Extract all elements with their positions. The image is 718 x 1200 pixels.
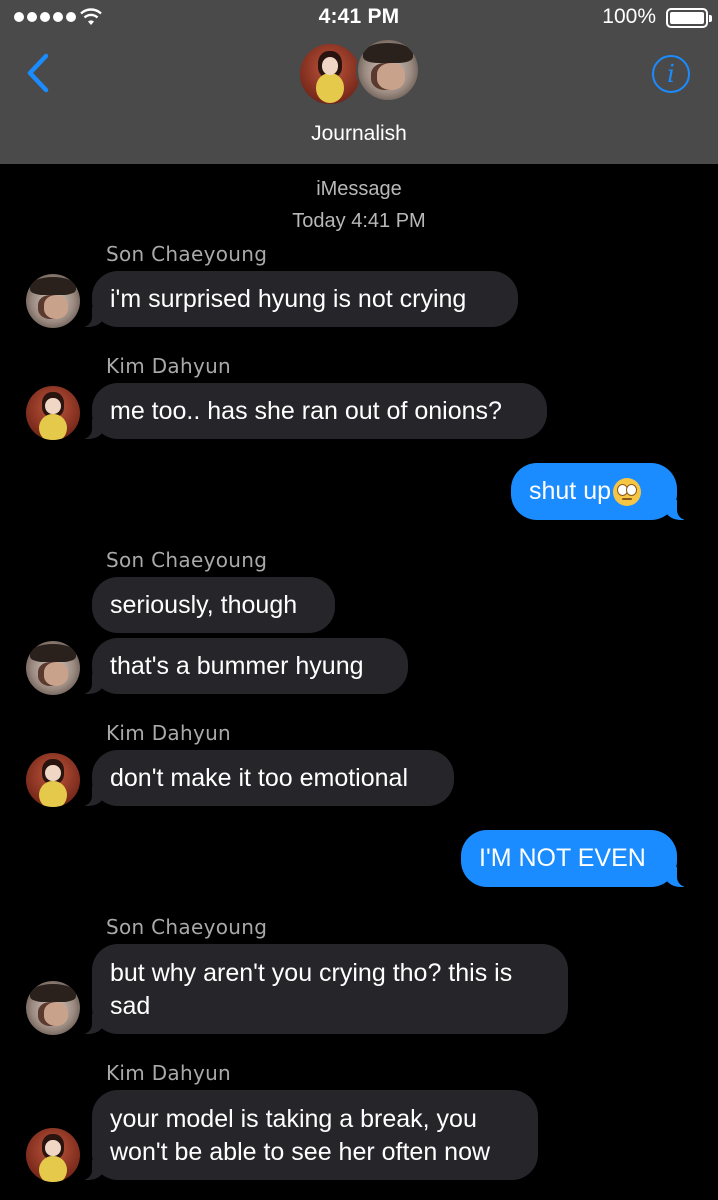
message-text: that's a bummer hyung: [110, 651, 364, 680]
avatar: [26, 641, 80, 695]
sender-name: Kim Dahyun: [106, 1061, 232, 1085]
avatar: [26, 1128, 80, 1182]
message-bubble[interactable]: seriously, though: [92, 577, 335, 633]
conversation-title[interactable]: Journalish: [0, 122, 718, 146]
face-with-rolling-eyes-icon: [613, 477, 642, 506]
sender-name: Kim Dahyun: [106, 721, 232, 745]
message-text: but why aren't you crying tho? this is s…: [110, 959, 513, 1020]
avatar: [26, 981, 80, 1035]
message-bubble[interactable]: don't make it too emotional: [80, 750, 454, 806]
message-text: me too.. has she ran out of onions?: [110, 396, 502, 425]
message-bubble[interactable]: your model is taking a break, you won't …: [80, 1090, 538, 1180]
sender-name: Son Chaeyoung: [106, 548, 268, 572]
message-bubble[interactable]: but why aren't you crying tho? this is s…: [80, 944, 568, 1034]
message-bubble[interactable]: i'm surprised hyung is not crying: [80, 271, 518, 327]
sender-name: Kim Dahyun: [106, 354, 232, 378]
status-bar: 4:41 PM 100%: [0, 0, 718, 36]
message-text: i'm surprised hyung is not crying: [110, 284, 467, 313]
message-text: shut up: [529, 477, 612, 505]
message-text: I'M NOT EVEN: [479, 844, 646, 872]
battery-percentage: 100%: [602, 5, 656, 28]
avatar: [356, 38, 420, 102]
message-bubble[interactable]: me too.. has she ran out of onions?: [80, 383, 547, 439]
message-text: don't make it too emotional: [110, 763, 408, 792]
message-text: your model is taking a break, you won't …: [110, 1105, 491, 1166]
chevron-left-icon[interactable]: [24, 52, 52, 94]
message-text: seriously, though: [110, 590, 298, 619]
sender-name: Son Chaeyoung: [106, 242, 268, 266]
sender-name: Son Chaeyoung: [106, 915, 268, 939]
avatar: [26, 386, 80, 440]
message-bubble[interactable]: that's a bummer hyung: [80, 638, 408, 694]
info-glyph: i: [667, 60, 675, 88]
group-avatars[interactable]: [298, 38, 422, 108]
message-bubble-outgoing[interactable]: shut up: [511, 463, 689, 520]
avatar: [298, 42, 362, 106]
battery-icon: [666, 8, 712, 28]
info-icon[interactable]: i: [652, 55, 690, 93]
message-bubble-outgoing[interactable]: I'M NOT EVEN: [461, 830, 689, 887]
avatar: [26, 753, 80, 807]
avatar: [26, 274, 80, 328]
conversation-header: 4:41 PM 100% Journalish i: [0, 0, 718, 164]
thread-timestamp: Today 4:41 PM: [292, 210, 426, 232]
service-label: iMessage: [316, 178, 402, 200]
